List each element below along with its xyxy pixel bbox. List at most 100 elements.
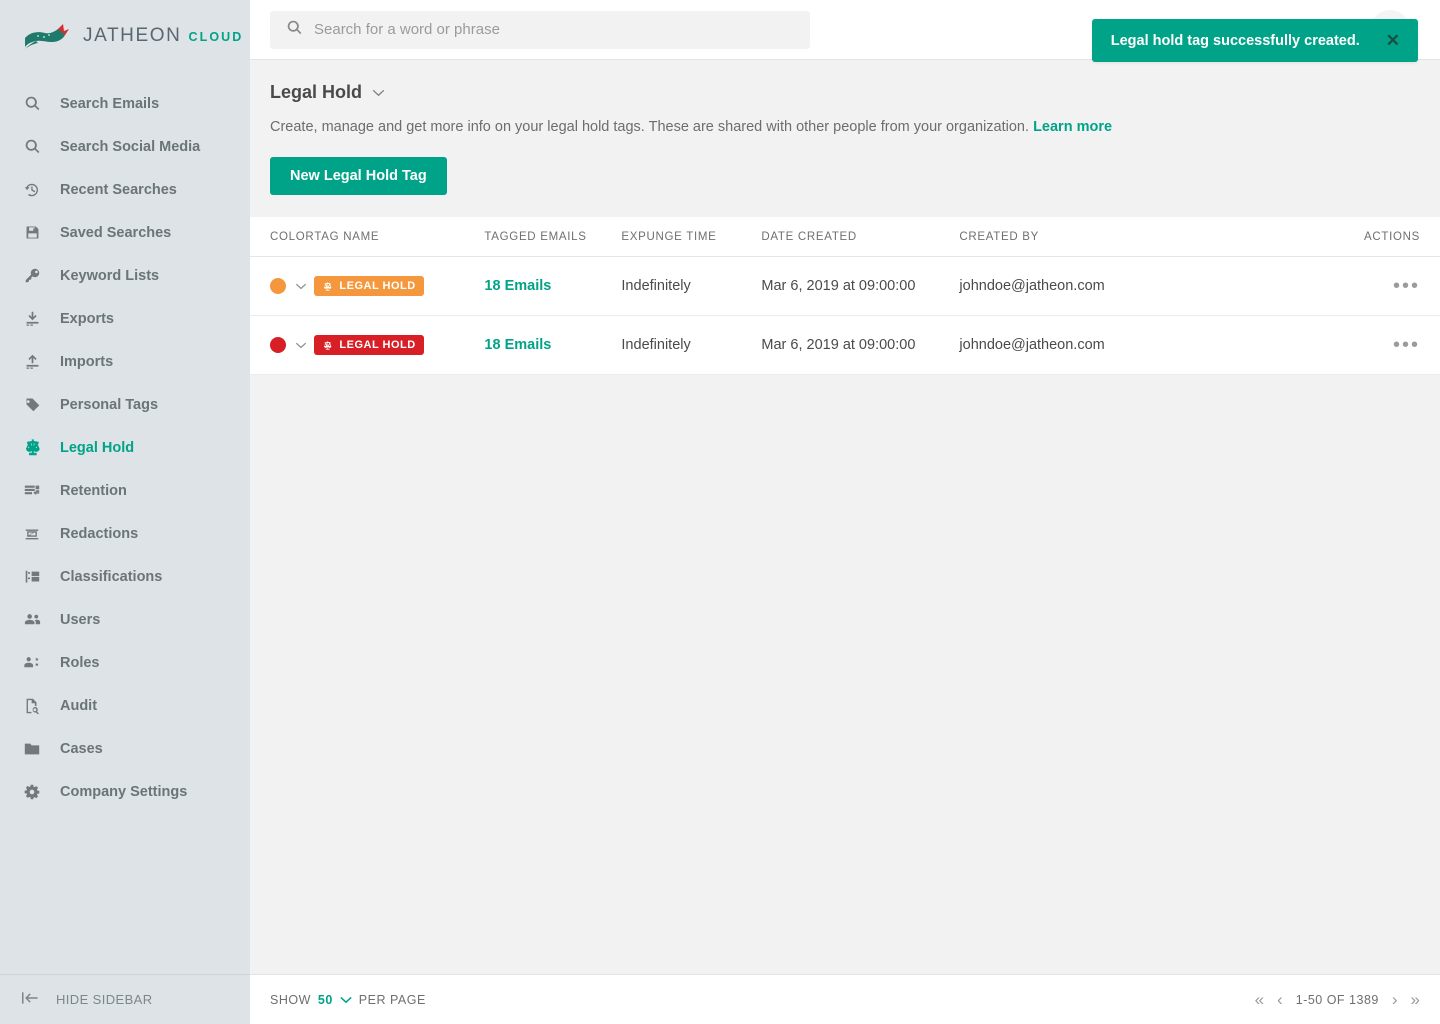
sidebar-item-label: Legal Hold bbox=[60, 439, 135, 456]
audit-icon bbox=[22, 696, 42, 716]
sidebar-item-label: Retention bbox=[60, 482, 127, 499]
last-page-button[interactable]: » bbox=[1411, 991, 1420, 1008]
row-actions-menu-icon[interactable]: ••• bbox=[1393, 335, 1420, 355]
chevron-down-icon[interactable] bbox=[372, 84, 385, 102]
table-header-row: COLOR TAG NAME TAGGED EMAILS EXPUNGE TIM… bbox=[250, 217, 1440, 258]
chevron-down-icon[interactable] bbox=[295, 337, 307, 353]
roles-icon bbox=[22, 653, 42, 673]
sidebar-item-label: Saved Searches bbox=[60, 224, 172, 241]
sidebar-item-label: Redactions bbox=[60, 525, 139, 542]
scales-icon bbox=[322, 281, 333, 292]
retention-icon bbox=[22, 481, 42, 501]
row-actions-menu-icon[interactable]: ••• bbox=[1393, 276, 1420, 296]
cell-actions: ••• bbox=[1350, 256, 1440, 317]
first-page-button[interactable]: « bbox=[1255, 991, 1264, 1008]
per-page-value[interactable]: 50 bbox=[318, 993, 333, 1007]
sidebar-item-label: Classifications bbox=[60, 568, 163, 585]
chevron-down-icon[interactable] bbox=[340, 993, 352, 1007]
sidebar-item-label: Cases bbox=[60, 740, 103, 757]
cell-tagged-emails: 18 Emails bbox=[484, 256, 622, 317]
column-header-tag-name: TAG NAME bbox=[314, 217, 485, 258]
upload-icon bbox=[22, 352, 42, 372]
history-icon bbox=[22, 180, 42, 200]
new-legal-hold-tag-button[interactable]: New Legal Hold Tag bbox=[270, 157, 447, 196]
brand-logo[interactable]: JATHEON CLOUD bbox=[0, 0, 250, 72]
sidebar-item-cases[interactable]: Cases bbox=[0, 727, 250, 770]
fox-logo-icon bbox=[22, 21, 74, 51]
legal-hold-table-wrapper: COLOR TAG NAME TAGGED EMAILS EXPUNGE TIM… bbox=[250, 217, 1440, 376]
sidebar-item-redactions[interactable]: Redactions bbox=[0, 512, 250, 555]
brand-suffix: CLOUD bbox=[188, 30, 244, 44]
cell-date-created: Mar 6, 2019 at 09:00:00 bbox=[761, 315, 960, 376]
sidebar-item-audit[interactable]: Audit bbox=[0, 684, 250, 727]
sidebar-item-saved-searches[interactable]: Saved Searches bbox=[0, 211, 250, 254]
color-dot[interactable] bbox=[270, 337, 286, 354]
app-root: JATHEON CLOUD Search Emails Search Socia… bbox=[0, 0, 1440, 1024]
badge-label: LEGAL HOLD bbox=[339, 280, 416, 293]
search-icon bbox=[22, 137, 42, 157]
content-area: Legal Hold Create, manage and get more i… bbox=[250, 60, 1440, 974]
sidebar-item-company-settings[interactable]: Company Settings bbox=[0, 770, 250, 813]
sidebar-item-label: Exports bbox=[60, 310, 114, 327]
sidebar-item-label: Recent Searches bbox=[60, 181, 177, 198]
sidebar-item-retention[interactable]: Retention bbox=[0, 469, 250, 512]
status-badge[interactable]: LEGAL HOLD bbox=[314, 276, 424, 297]
sidebar-item-exports[interactable]: Exports bbox=[0, 297, 250, 340]
next-page-button[interactable]: › bbox=[1392, 991, 1398, 1008]
table-body: LEGAL HOLD 18 Emails Indefinitely Mar 6,… bbox=[250, 256, 1440, 376]
per-page-selector[interactable]: SHOW 50 PER PAGE bbox=[270, 993, 426, 1007]
gear-icon bbox=[22, 782, 42, 802]
sidebar-item-imports[interactable]: Imports bbox=[0, 340, 250, 383]
table-footer: SHOW 50 PER PAGE « ‹ 1-50 OF 1389 › » bbox=[250, 974, 1440, 1024]
search-icon bbox=[22, 94, 42, 114]
toast-notification: Legal hold tag successfully created. ✕ bbox=[1091, 19, 1418, 62]
page-description-text: Create, manage and get more info on your… bbox=[270, 119, 1030, 135]
color-dot[interactable] bbox=[270, 278, 286, 295]
chevron-down-icon[interactable] bbox=[295, 278, 307, 294]
sidebar-item-keyword-lists[interactable]: Keyword Lists bbox=[0, 254, 250, 297]
table-row[interactable]: LEGAL HOLD 18 Emails Indefinitely Mar 6,… bbox=[250, 315, 1440, 376]
tagged-emails-link[interactable]: 18 Emails bbox=[484, 278, 551, 294]
page-title-row[interactable]: Legal Hold bbox=[270, 82, 1420, 103]
per-page-label: PER PAGE bbox=[358, 992, 426, 1007]
status-badge[interactable]: LEGAL HOLD bbox=[314, 335, 424, 356]
sidebar-item-label: Users bbox=[60, 611, 101, 628]
sidebar-item-personal-tags[interactable]: Personal Tags bbox=[0, 383, 250, 426]
sidebar-item-search-social-media[interactable]: Search Social Media bbox=[0, 125, 250, 168]
table-row[interactable]: LEGAL HOLD 18 Emails Indefinitely Mar 6,… bbox=[250, 256, 1440, 317]
cell-color bbox=[250, 315, 315, 376]
collapse-left-icon bbox=[22, 991, 39, 1008]
cell-expunge-time: Indefinitely bbox=[621, 315, 762, 376]
sidebar-item-users[interactable]: Users bbox=[0, 598, 250, 641]
sidebar-item-roles[interactable]: Roles bbox=[0, 641, 250, 684]
sidebar: JATHEON CLOUD Search Emails Search Socia… bbox=[0, 0, 250, 1024]
brand-name: JATHEON bbox=[83, 25, 182, 46]
scales-icon bbox=[322, 340, 333, 351]
download-icon bbox=[22, 309, 42, 329]
learn-more-link[interactable]: Learn more bbox=[1033, 119, 1112, 135]
column-header-date-created: DATE CREATED bbox=[761, 217, 960, 258]
column-header-expunge-time: EXPUNGE TIME bbox=[621, 217, 762, 258]
sidebar-item-recent-searches[interactable]: Recent Searches bbox=[0, 168, 250, 211]
search-input[interactable] bbox=[314, 21, 794, 38]
hide-sidebar-button[interactable]: HIDE SIDEBAR bbox=[0, 974, 250, 1024]
cell-tagged-emails: 18 Emails bbox=[484, 315, 622, 376]
cell-created-by: johndoe@jatheon.com bbox=[959, 256, 1350, 317]
close-icon[interactable]: ✕ bbox=[1386, 32, 1400, 49]
users-icon bbox=[22, 610, 42, 630]
column-header-color: COLOR bbox=[250, 217, 315, 258]
cell-tag-name: LEGAL HOLD bbox=[314, 315, 485, 376]
classification-icon bbox=[22, 567, 42, 587]
sidebar-item-classifications[interactable]: Classifications bbox=[0, 555, 250, 598]
cell-color bbox=[250, 256, 315, 317]
main-area: Legal hold tag successfully created. ✕ L… bbox=[250, 0, 1440, 1024]
tagged-emails-link[interactable]: 18 Emails bbox=[484, 337, 551, 353]
prev-page-button[interactable]: ‹ bbox=[1277, 991, 1283, 1008]
global-search[interactable] bbox=[270, 10, 810, 49]
legal-hold-table: COLOR TAG NAME TAGGED EMAILS EXPUNGE TIM… bbox=[250, 217, 1440, 376]
sidebar-item-search-emails[interactable]: Search Emails bbox=[0, 82, 250, 125]
cell-date-created: Mar 6, 2019 at 09:00:00 bbox=[761, 256, 960, 317]
sidebar-item-legal-hold[interactable]: Legal Hold bbox=[0, 426, 250, 469]
key-icon bbox=[22, 266, 42, 286]
sidebar-item-label: Search Social Media bbox=[60, 138, 201, 155]
